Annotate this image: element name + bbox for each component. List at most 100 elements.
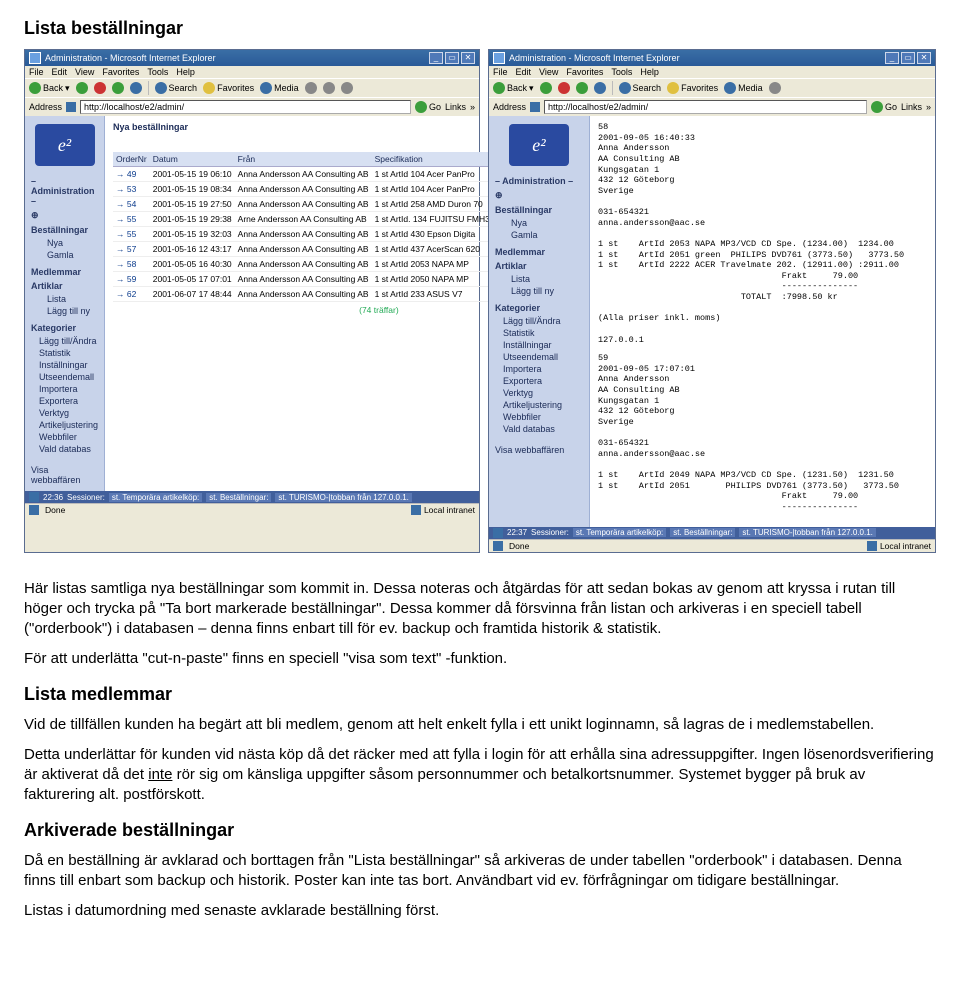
- sidebar-item-webbfiler[interactable]: Webbfiler: [489, 411, 589, 423]
- minimize-button[interactable]: _: [885, 52, 899, 64]
- menu-tools[interactable]: Tools: [611, 67, 632, 77]
- sidebar-visa-webb[interactable]: Visa webbaffären: [25, 459, 104, 487]
- history-button[interactable]: [305, 82, 317, 94]
- home-button[interactable]: [130, 82, 142, 94]
- maximize-button[interactable]: ▭: [901, 52, 915, 64]
- print-button[interactable]: [341, 82, 353, 94]
- sidebar-item-installningar[interactable]: Inställningar: [25, 359, 104, 371]
- media-icon: [724, 82, 736, 94]
- order-id-link[interactable]: → 49: [116, 169, 136, 179]
- sidebar-item-gamla[interactable]: Gamla: [25, 249, 104, 261]
- order-id-link[interactable]: → 59: [116, 274, 136, 284]
- menu-file[interactable]: File: [493, 67, 508, 77]
- go-button[interactable]: Go: [415, 101, 441, 113]
- media-button[interactable]: Media: [260, 82, 299, 94]
- menu-favorites[interactable]: Favorites: [102, 67, 139, 77]
- media-button[interactable]: Media: [724, 82, 763, 94]
- sidebar-item-gamla[interactable]: Gamla: [489, 229, 589, 241]
- stop-button[interactable]: [94, 82, 106, 94]
- sidebar-item-installningar[interactable]: Inställningar: [489, 339, 589, 351]
- sidebar-item-laggny[interactable]: Lägg till ny: [25, 305, 104, 317]
- menu-bar[interactable]: File Edit View Favorites Tools Help: [489, 66, 935, 78]
- cell-from: Anna Andersson AA Consulting AB: [235, 242, 372, 257]
- sidebar-item-laggny[interactable]: Lägg till ny: [489, 285, 589, 297]
- close-button[interactable]: ✕: [917, 52, 931, 64]
- paragraph-arkiv-2: Listas i datumordning med senaste avklar…: [24, 901, 936, 921]
- stop-icon: [94, 82, 106, 94]
- menu-view[interactable]: View: [539, 67, 558, 77]
- sidebar-item-lista[interactable]: Lista: [489, 273, 589, 285]
- forward-icon: [540, 82, 552, 94]
- menu-help[interactable]: Help: [640, 67, 659, 77]
- back-button[interactable]: Back ▾: [493, 82, 534, 94]
- sidebar-item-webbfiler[interactable]: Webbfiler: [25, 431, 104, 443]
- sidebar-item-nya[interactable]: Nya: [489, 217, 589, 229]
- cell-date: 2001-05-15 19 32:03: [150, 227, 235, 242]
- sidebar-item-lagg-andra[interactable]: Lägg till/Ändra: [489, 315, 589, 327]
- sidebar-item-exportera[interactable]: Exportera: [25, 395, 104, 407]
- col-ordernr[interactable]: OrderNr: [113, 152, 150, 167]
- forward-button[interactable]: [76, 82, 88, 94]
- back-button[interactable]: Back ▾: [29, 82, 70, 94]
- sidebar-visa-webb[interactable]: Visa webbaffären: [489, 439, 589, 457]
- media-icon: [260, 82, 272, 94]
- menu-tools[interactable]: Tools: [147, 67, 168, 77]
- maximize-button[interactable]: ▭: [445, 52, 459, 64]
- address-input[interactable]: http://localhost/e2/admin/: [544, 100, 867, 114]
- order-id-link[interactable]: → 55: [116, 229, 136, 239]
- sidebar-item-vald-databas[interactable]: Vald databas: [489, 423, 589, 435]
- title-bar: Administration - Microsoft Internet Expl…: [489, 50, 935, 66]
- go-button[interactable]: Go: [871, 101, 897, 113]
- clock-icon: [493, 528, 503, 538]
- favorites-button[interactable]: Favorites: [203, 82, 254, 94]
- order-id-link[interactable]: → 58: [116, 259, 136, 269]
- sidebar-item-utseendemall[interactable]: Utseendemall: [25, 371, 104, 383]
- mail-button[interactable]: [323, 82, 335, 94]
- sidebar-item-importera[interactable]: Importera: [489, 363, 589, 375]
- sidebar-item-vald-databas[interactable]: Vald databas: [25, 443, 104, 455]
- sidebar-item-verktyg[interactable]: Verktyg: [25, 407, 104, 419]
- media-label: Media: [738, 83, 763, 93]
- menu-edit[interactable]: Edit: [516, 67, 532, 77]
- status-s2: st. Beställningar:: [670, 528, 735, 537]
- toolbar: Back ▾ Search Favorites Media: [25, 78, 479, 97]
- search-button[interactable]: Search: [619, 82, 662, 94]
- sidebar-item-lagg-andra[interactable]: Lägg till/Ändra: [25, 335, 104, 347]
- sidebar-item-statistik[interactable]: Statistik: [489, 327, 589, 339]
- order-id-link[interactable]: → 53: [116, 184, 136, 194]
- sidebar-item-artikeljustering[interactable]: Artikeljustering: [489, 399, 589, 411]
- sidebar-item-artikeljustering[interactable]: Artikeljustering: [25, 419, 104, 431]
- menu-help[interactable]: Help: [176, 67, 195, 77]
- favorites-button[interactable]: Favorites: [667, 82, 718, 94]
- links-label[interactable]: Links: [445, 102, 466, 112]
- sidebar-item-verktyg[interactable]: Verktyg: [489, 387, 589, 399]
- sidebar-item-lista[interactable]: Lista: [25, 293, 104, 305]
- stop-button[interactable]: [558, 82, 570, 94]
- menu-favorites[interactable]: Favorites: [566, 67, 603, 77]
- col-fran[interactable]: Från: [235, 152, 372, 167]
- links-label[interactable]: Links: [901, 102, 922, 112]
- sidebar-item-exportera[interactable]: Exportera: [489, 375, 589, 387]
- sidebar-item-statistik[interactable]: Statistik: [25, 347, 104, 359]
- menu-edit[interactable]: Edit: [52, 67, 68, 77]
- menu-view[interactable]: View: [75, 67, 94, 77]
- search-button[interactable]: Search: [155, 82, 198, 94]
- close-button[interactable]: ✕: [461, 52, 475, 64]
- order-id-link[interactable]: → 55: [116, 214, 136, 224]
- order-id-link[interactable]: → 57: [116, 244, 136, 254]
- col-datum[interactable]: Datum: [150, 152, 235, 167]
- menu-bar[interactable]: File Edit View Favorites Tools Help: [25, 66, 479, 78]
- minimize-button[interactable]: _: [429, 52, 443, 64]
- forward-button[interactable]: [540, 82, 552, 94]
- home-button[interactable]: [594, 82, 606, 94]
- order-id-link[interactable]: → 62: [116, 289, 136, 299]
- menu-file[interactable]: File: [29, 67, 44, 77]
- sidebar-item-utseendemall[interactable]: Utseendemall: [489, 351, 589, 363]
- address-input[interactable]: http://localhost/e2/admin/: [80, 100, 411, 114]
- history-button[interactable]: [769, 82, 781, 94]
- sidebar-item-importera[interactable]: Importera: [25, 383, 104, 395]
- refresh-button[interactable]: [576, 82, 588, 94]
- sidebar-item-nya[interactable]: Nya: [25, 237, 104, 249]
- order-id-link[interactable]: → 54: [116, 199, 136, 209]
- refresh-button[interactable]: [112, 82, 124, 94]
